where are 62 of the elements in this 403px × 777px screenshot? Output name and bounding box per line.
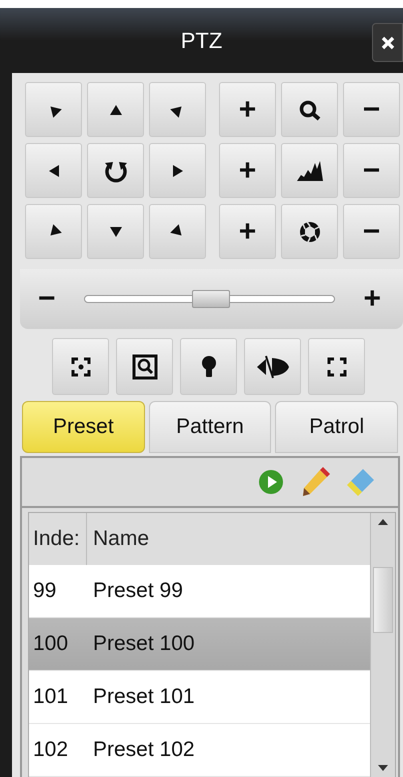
name-cell-text: Preset 99 — [92, 579, 183, 603]
light-bulb-icon — [200, 354, 216, 378]
slider-thumb[interactable] — [192, 290, 230, 308]
tab[interactable]: Preset — [22, 401, 145, 453]
mountain-icon — [296, 160, 324, 182]
pencil-icon[interactable] — [300, 467, 330, 497]
zoom-box-button[interactable] — [116, 338, 173, 395]
scroll-down-icon[interactable] — [376, 763, 390, 773]
scroll-thumb[interactable] — [373, 567, 393, 633]
scroll-up-icon[interactable] — [376, 517, 390, 527]
focus-target-button[interactable] — [52, 338, 109, 395]
magnifier-icon — [298, 98, 322, 120]
light-button[interactable] — [180, 338, 237, 395]
tab[interactable]: Patrol — [275, 401, 398, 453]
column-header: Inde: — [29, 513, 87, 565]
zoom-box-icon — [132, 354, 158, 380]
close-icon — [380, 36, 394, 50]
index-cell-text: 101 — [32, 685, 70, 709]
fullscreen-icon — [326, 356, 346, 376]
play-icon[interactable] — [258, 469, 284, 495]
minus-button[interactable]: − — [343, 204, 400, 259]
pan-right-button[interactable] — [149, 143, 206, 198]
iris-button[interactable] — [281, 204, 338, 259]
fullscreen-button[interactable] — [308, 338, 365, 395]
arrow-icon — [170, 164, 184, 178]
tilt-down-button[interactable] — [87, 204, 144, 259]
plus-button[interactable]: + — [219, 143, 276, 198]
tab[interactable]: Pattern — [148, 401, 272, 453]
minus-button[interactable]: − — [343, 143, 400, 198]
speed-slider[interactable] — [84, 290, 336, 308]
minus-button[interactable]: − — [343, 82, 400, 137]
plus-button[interactable]: + — [219, 82, 276, 137]
wiper-icon — [256, 354, 290, 378]
wiper-button[interactable] — [244, 338, 301, 395]
plus-label: + — [363, 284, 381, 314]
scrollbar[interactable] — [370, 513, 395, 777]
close-button[interactable] — [372, 23, 403, 62]
pan-down-right-button[interactable] — [149, 204, 206, 259]
zoom-button[interactable] — [281, 82, 338, 137]
focus-button[interactable] — [281, 143, 338, 198]
name-cell-text: Preset 100 — [92, 632, 195, 656]
minus-label: − — [38, 284, 56, 314]
auto-rotate-button[interactable] — [87, 143, 144, 198]
tilt-up-button[interactable] — [87, 82, 144, 137]
focus-target-icon — [70, 356, 90, 376]
index-cell-text: 99 — [32, 579, 58, 603]
pan-up-left-button[interactable] — [25, 82, 82, 137]
window-title: PTZ — [180, 28, 222, 54]
plus-button[interactable]: + — [219, 204, 276, 259]
pan-down-left-button[interactable] — [25, 204, 82, 259]
name-cell-text: Preset 101 — [92, 685, 195, 709]
pan-left-button[interactable] — [25, 143, 82, 198]
name-cell-text: Preset 102 — [92, 738, 195, 762]
arrow-icon — [108, 224, 122, 238]
index-cell-text: 102 — [32, 738, 70, 762]
preset-row[interactable]: 100 Preset 100 — [29, 618, 370, 671]
arrow-icon — [108, 102, 122, 116]
pan-up-right-button[interactable] — [149, 82, 206, 137]
index-cell-text: 100 — [32, 632, 70, 656]
arrow-icon — [46, 164, 60, 178]
aperture-icon — [298, 220, 322, 244]
column-header: Name — [92, 527, 150, 551]
